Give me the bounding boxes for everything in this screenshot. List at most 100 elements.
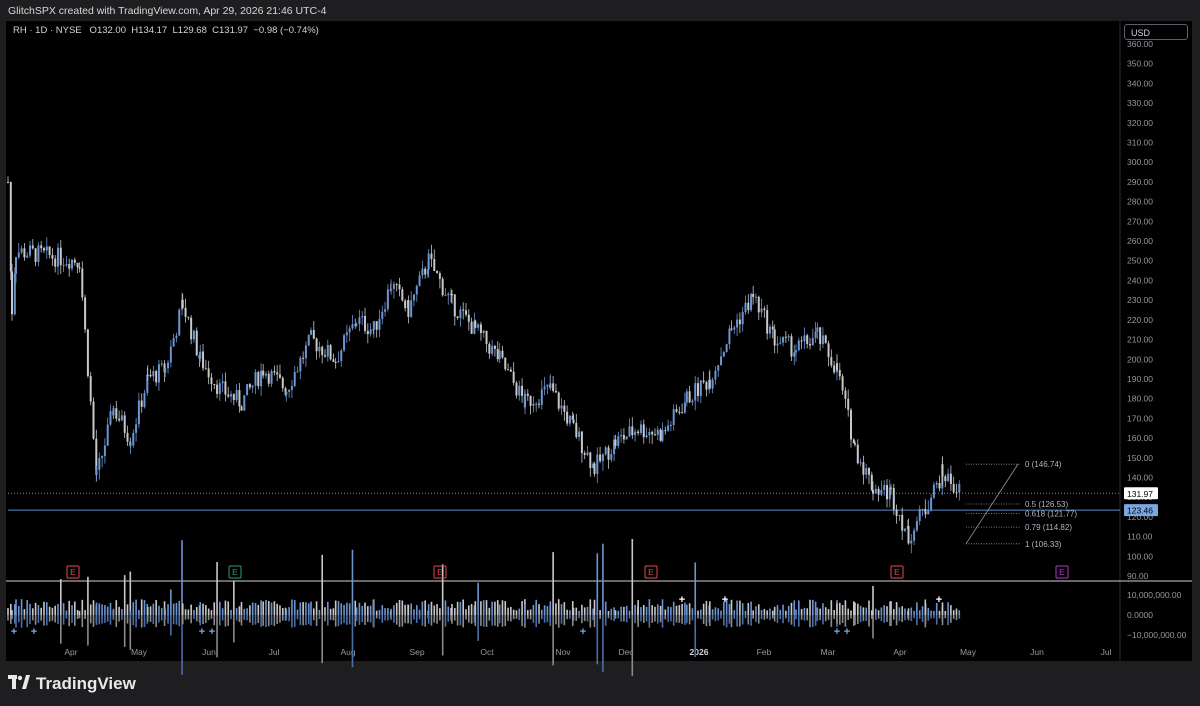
candle-body bbox=[329, 345, 332, 360]
volume-bar-down bbox=[625, 615, 628, 623]
candle-body bbox=[824, 335, 827, 344]
candle-body bbox=[424, 268, 427, 275]
volume-bar-down bbox=[195, 615, 198, 622]
volume-bar-up bbox=[527, 610, 529, 615]
volume-bar-down bbox=[581, 615, 583, 624]
volume-bar-up bbox=[378, 609, 381, 615]
candle-body bbox=[281, 377, 284, 389]
candle-body bbox=[230, 394, 233, 397]
volume-bar-down bbox=[847, 615, 849, 621]
candle-body bbox=[390, 288, 393, 291]
volume-bar-down bbox=[717, 615, 720, 621]
volume-bar-down bbox=[592, 615, 594, 621]
volume-bar-down bbox=[121, 615, 123, 620]
volume-bar-down bbox=[958, 615, 961, 619]
volume-bar-down bbox=[642, 615, 645, 624]
volume-bar-up bbox=[798, 600, 800, 615]
candle-body bbox=[617, 436, 620, 446]
volume-bar-up bbox=[74, 601, 76, 615]
volume-bar-down bbox=[769, 615, 771, 621]
x-tick-label: Nov bbox=[555, 647, 571, 657]
candle-body bbox=[273, 371, 276, 373]
volume-bar-down bbox=[190, 615, 192, 624]
volume-bar-up bbox=[37, 605, 40, 615]
candle-body bbox=[293, 372, 296, 386]
volume-bar-down bbox=[485, 615, 488, 627]
volume-bar-up bbox=[670, 607, 672, 615]
candle-body bbox=[337, 360, 340, 363]
candle-body bbox=[221, 381, 224, 384]
volume-bar-up bbox=[227, 601, 230, 615]
volume-bar-down bbox=[572, 615, 575, 621]
symbol-label[interactable]: RH · 1D · NYSE bbox=[13, 25, 82, 36]
candle-body bbox=[37, 245, 40, 263]
volume-bar-up bbox=[129, 610, 132, 615]
volume-bar-down bbox=[728, 615, 731, 624]
volume-bar-down bbox=[364, 615, 366, 625]
volume-bar-down bbox=[302, 615, 304, 626]
candle-body bbox=[512, 371, 515, 383]
candle-body bbox=[507, 369, 510, 371]
y-tick-label: 240.00 bbox=[1127, 275, 1153, 285]
candle-body bbox=[782, 336, 785, 343]
volume-axis-label: −10,000,000.00 bbox=[1127, 630, 1187, 640]
volume-bar-down bbox=[510, 615, 512, 622]
volume-bar-up bbox=[555, 603, 557, 615]
volume-bar-down bbox=[7, 615, 9, 621]
volume-bar-down bbox=[87, 615, 89, 646]
volume-bar-up bbox=[430, 601, 433, 615]
earnings-marker-label: E bbox=[437, 567, 443, 577]
candle-body bbox=[702, 380, 705, 383]
volume-bar-down bbox=[351, 615, 354, 668]
candle-body bbox=[40, 245, 43, 249]
volume-signal-marker: + bbox=[209, 626, 215, 638]
volume-bar-down bbox=[436, 615, 438, 624]
volume-bar-down bbox=[129, 615, 132, 619]
volume-bar-up bbox=[190, 604, 192, 615]
y-tick-label: 110.00 bbox=[1127, 532, 1153, 542]
volume-bar-down bbox=[661, 615, 664, 628]
volume-bar-down bbox=[276, 615, 278, 624]
volume-bar-up bbox=[109, 602, 112, 615]
candle-body bbox=[518, 385, 521, 396]
volume-bar-down bbox=[160, 615, 163, 621]
candle-body bbox=[456, 316, 459, 319]
volume-bar-up bbox=[599, 610, 601, 615]
candle-body bbox=[938, 482, 941, 489]
volume-bar-up bbox=[439, 608, 441, 615]
candle-body bbox=[744, 302, 747, 313]
candle-body bbox=[43, 248, 45, 251]
volume-bar-down bbox=[310, 615, 312, 626]
currency-button[interactable]: USD bbox=[1124, 24, 1188, 40]
volume-bar-down bbox=[944, 615, 947, 619]
candle-body bbox=[779, 342, 782, 344]
y-tick-label: 230.00 bbox=[1127, 295, 1153, 305]
earnings-marker-label: E bbox=[232, 567, 238, 577]
volume-bar-up bbox=[501, 600, 504, 615]
volume-bar-down bbox=[613, 615, 615, 622]
volume-bar-up bbox=[207, 608, 210, 615]
candle-body bbox=[89, 376, 92, 402]
volume-bar-down bbox=[883, 615, 885, 623]
volume-bar-up bbox=[32, 608, 34, 615]
candle-body bbox=[535, 403, 538, 405]
volume-bar-up bbox=[593, 599, 596, 615]
volume-bar-up bbox=[883, 605, 885, 615]
volume-bar-up bbox=[15, 599, 17, 615]
volume-bar-up bbox=[812, 599, 814, 615]
volume-bar-up bbox=[944, 610, 947, 615]
volume-bar-up bbox=[702, 603, 705, 615]
volume-bar-up bbox=[927, 607, 930, 615]
volume-bar-up bbox=[642, 604, 645, 615]
volume-bar-up bbox=[158, 605, 160, 615]
volume-bar-up bbox=[351, 549, 354, 615]
volume-bar-up bbox=[468, 605, 470, 615]
volume-bar-up bbox=[480, 601, 482, 615]
volume-bar-down bbox=[313, 615, 315, 621]
candlestick-chart[interactable]: 360.00350.00340.00330.00320.00310.00300.… bbox=[0, 0, 1200, 706]
volume-bar-up bbox=[507, 607, 509, 615]
volume-bar-down bbox=[324, 615, 326, 622]
earnings-marker-label: E bbox=[894, 567, 900, 577]
volume-signal-marker: + bbox=[722, 594, 728, 606]
volume-bar-down bbox=[930, 615, 932, 619]
